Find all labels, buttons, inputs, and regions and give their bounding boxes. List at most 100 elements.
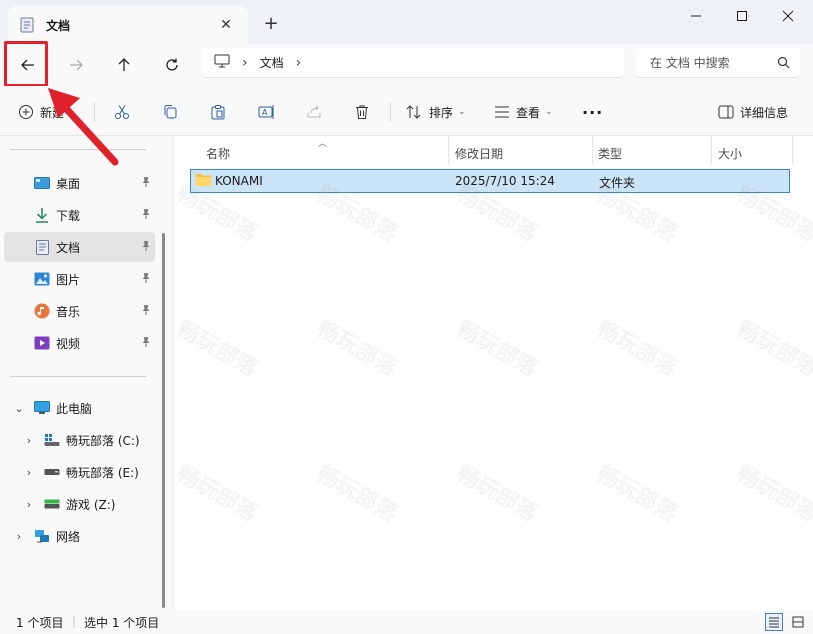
watermark-text: 畅玩部落 [452, 316, 542, 382]
close-tab-icon[interactable]: ✕ [216, 15, 236, 35]
breadcrumb-documents[interactable]: 文档 [260, 54, 284, 71]
chevron-right-icon[interactable]: › [296, 55, 302, 71]
divider [10, 149, 146, 150]
chevron-right-icon[interactable]: › [24, 466, 34, 479]
file-type: 文件夹 [599, 176, 636, 190]
paste-button[interactable] [210, 100, 226, 124]
back-button-highlight [4, 41, 48, 87]
new-button[interactable]: 新建 [18, 100, 64, 124]
pin-icon[interactable] [141, 176, 151, 191]
share-button[interactable] [306, 100, 322, 124]
details-view-button[interactable] [765, 613, 783, 631]
svg-text:A: A [262, 108, 268, 117]
minimize-button[interactable] [673, 0, 719, 32]
document-icon [34, 239, 50, 255]
pin-icon[interactable] [141, 336, 151, 351]
divider [10, 376, 146, 377]
sidebar-item-downloads[interactable]: 下载 [4, 200, 155, 230]
chevron-right-icon[interactable]: › [242, 55, 248, 71]
document-icon [20, 17, 34, 33]
sidebar-item-label: 图片 [56, 272, 81, 287]
watermark-text: 畅玩部落 [732, 461, 813, 527]
forward-arrow-icon [70, 59, 83, 71]
sidebar-scrollbar[interactable] [162, 233, 165, 608]
chevron-right-icon[interactable]: › [14, 530, 24, 543]
watermark-text: 畅玩部落 [312, 461, 402, 527]
sort-label: 排序 [429, 105, 454, 120]
tree-item-label: 网络 [56, 529, 81, 544]
chevron-right-icon[interactable]: › [24, 498, 34, 511]
watermark-text: 畅玩部落 [172, 461, 262, 527]
pin-icon[interactable] [141, 240, 151, 255]
status-bar: 1 个项目 | 选中 1 个项目 [0, 610, 813, 634]
file-name: KONAMI [215, 174, 263, 188]
sidebar-item-videos[interactable]: 视频 [4, 328, 155, 358]
pin-icon[interactable] [141, 208, 151, 223]
column-header-size[interactable]: 大小 [718, 142, 742, 164]
copy-button[interactable] [162, 100, 178, 124]
sidebar-item-documents[interactable]: 文档 [4, 232, 155, 262]
maximize-button[interactable] [719, 0, 765, 32]
tree-item-network[interactable]: › 网络 [4, 522, 155, 550]
tree-item-this-pc[interactable]: ⌄ 此电脑 [4, 394, 155, 422]
scissors-icon [115, 105, 129, 119]
sidebar-item-desktop[interactable]: 桌面 [4, 168, 155, 198]
watermark-text: 畅玩部落 [592, 461, 682, 527]
file-modified: 2025/7/10 15:24 [455, 174, 555, 188]
selected-count: 选中 1 个项目 [84, 616, 160, 630]
drive-c-icon [44, 432, 60, 448]
sidebar-item-music[interactable]: 音乐 [4, 296, 155, 326]
pin-icon[interactable] [141, 304, 151, 319]
trash-icon [356, 105, 368, 119]
rename-button[interactable]: A [258, 100, 276, 124]
pc-icon [34, 400, 50, 416]
new-label: 新建 [40, 105, 65, 120]
table-row[interactable]: KONAMI 2025/7/10 15:24 文件夹 [190, 169, 790, 193]
forward-button[interactable] [60, 50, 92, 80]
more-options-button[interactable]: ··· [582, 100, 603, 124]
close-button[interactable] [765, 0, 811, 32]
sidebar-item-label: 音乐 [56, 304, 81, 319]
search-placeholder: 在 文档 中搜索 [650, 56, 730, 70]
delete-button[interactable] [354, 100, 370, 124]
copy-icon [164, 105, 177, 119]
tree-item-drive-z[interactable]: › 游戏 (Z:) [14, 490, 165, 518]
tree-item-drive-c[interactable]: › 畅玩部落 (C:) [14, 426, 165, 454]
watermark-text: 畅玩部落 [592, 316, 682, 382]
desktop-icon [34, 175, 50, 191]
search-input[interactable]: 在 文档 中搜索 [636, 48, 800, 78]
pin-icon[interactable] [141, 272, 151, 287]
tab-documents[interactable]: 文档 ✕ [8, 6, 248, 44]
view-button[interactable]: 查看 ⌄ [494, 100, 553, 124]
refresh-button[interactable] [156, 50, 188, 80]
sidebar-item-pictures[interactable]: 图片 [4, 264, 155, 294]
up-arrow-icon [118, 58, 130, 71]
column-header-modified[interactable]: 修改日期 [455, 142, 503, 164]
column-header-name[interactable]: 名称 [206, 142, 230, 164]
folder-icon [195, 173, 212, 190]
sort-button[interactable]: 排序 ⌄ [405, 100, 466, 124]
download-icon [34, 207, 50, 223]
up-button[interactable] [108, 50, 140, 80]
tiles-view-button[interactable] [789, 613, 807, 631]
rename-icon: A [258, 105, 274, 119]
chevron-down-icon[interactable]: ⌄ [14, 402, 24, 415]
new-tab-button[interactable]: + [260, 12, 282, 34]
search-icon [777, 56, 790, 72]
watermark-text: 畅玩部落 [312, 316, 402, 382]
address-bar[interactable]: › 文档 › [202, 48, 624, 78]
item-count: 1 个项目 [16, 616, 64, 630]
chevron-right-icon[interactable]: › [24, 434, 34, 447]
tree-item-label: 此电脑 [56, 401, 93, 416]
details-button[interactable]: 详细信息 [718, 100, 788, 124]
tab-title: 文档 [46, 18, 71, 33]
column-header-type[interactable]: 类型 [598, 142, 622, 164]
sidebar-item-label: 视频 [56, 336, 81, 351]
pictures-icon [34, 271, 50, 287]
list-view-icon [769, 617, 779, 628]
sidebar-item-label: 文档 [56, 240, 81, 255]
cut-button[interactable] [114, 100, 130, 124]
drive-icon [44, 464, 60, 480]
network-icon [34, 528, 50, 544]
tree-item-drive-e[interactable]: › 畅玩部落 (E:) [14, 458, 165, 486]
